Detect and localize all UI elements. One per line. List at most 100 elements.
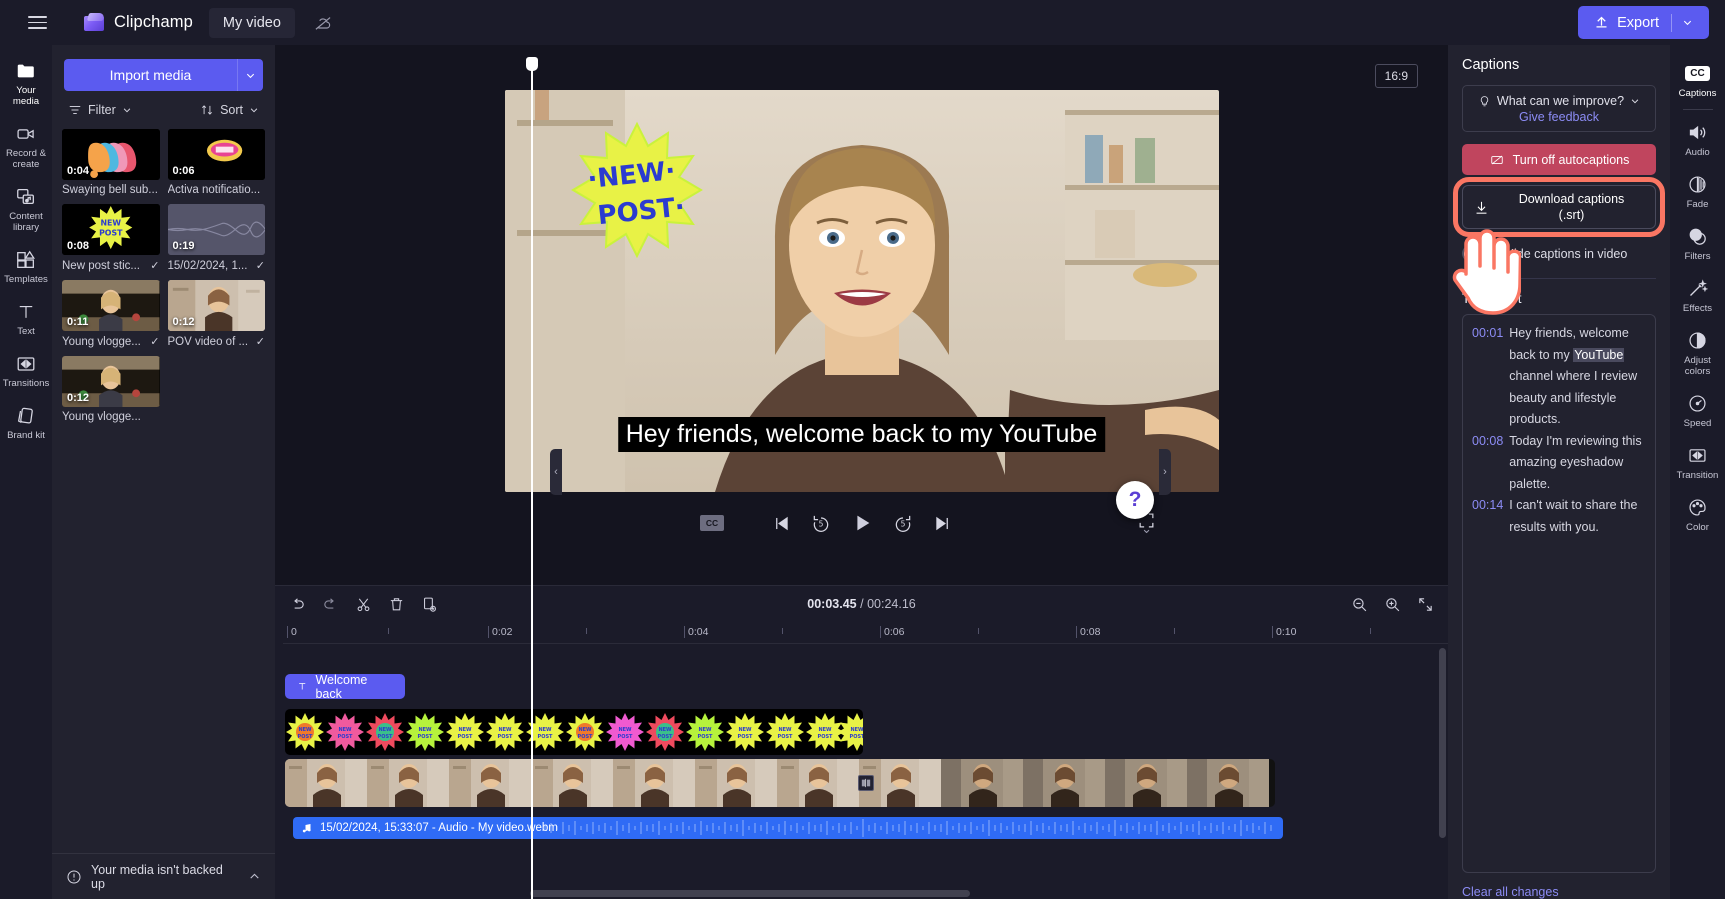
import-media-dropdown[interactable] (237, 59, 263, 91)
cloud-off-icon[interactable] (309, 9, 337, 37)
timeline-clip-sticker[interactable]: NEW POST NEW POST NEW POST NEW POST NEW POST … (285, 709, 863, 755)
media-item[interactable]: NEW POST 0:08 New post stic... ✓ (62, 204, 160, 272)
media-item[interactable]: 0:12 Young vlogge... (62, 356, 160, 423)
timeline-ruler[interactable]: 0 0:02 0:04 0:06 0:08 0:10 0:12 (283, 622, 1492, 644)
media-thumbnail: 0:04 (62, 129, 160, 180)
question-mark-icon: ? (1128, 488, 1142, 511)
clear-all-changes-link[interactable]: Clear all changes (1462, 885, 1656, 899)
skip-back-icon[interactable] (772, 514, 791, 533)
timeline-horizontal-scrollbar[interactable] (530, 890, 970, 897)
zoom-in-icon[interactable] (1384, 596, 1401, 613)
rail-item-content-library[interactable]: Content library (0, 177, 52, 240)
export-button[interactable]: Export (1578, 6, 1709, 39)
filter-icon (69, 106, 81, 114)
media-item[interactable]: 0:06 Activa notificatio... (167, 129, 265, 196)
timeline-playhead[interactable] (526, 57, 538, 899)
transcript-line[interactable]: 00:01 Hey friends, welcome back to my Yo… (1472, 323, 1646, 431)
rrail-item-fade[interactable]: Fade (1670, 164, 1725, 216)
redo-icon[interactable] (322, 596, 339, 613)
ruler-label: 0:08 (1080, 626, 1101, 638)
download-label-line2: (.srt) (1558, 208, 1585, 222)
media-item[interactable]: 0:11 Young vlogge... ✓ (62, 280, 160, 348)
download-arrow-icon (1476, 201, 1487, 214)
chevron-down-icon[interactable] (1630, 96, 1640, 106)
media-item[interactable]: 0:12 POV video of ... ✓ (167, 280, 265, 348)
rrail-item-audio[interactable]: Audio (1670, 112, 1725, 164)
cc-toggle-button[interactable]: CC (700, 515, 724, 531)
rrail-item-color[interactable]: Color (1670, 487, 1725, 539)
collapse-preview-chevron-down-icon[interactable]: ⌄ (1141, 521, 1152, 537)
backup-notice-bar[interactable]: Your media isn't backed up (52, 853, 275, 899)
undo-icon[interactable] (289, 596, 306, 613)
rail-item-record-create[interactable]: Record & create (0, 114, 52, 177)
split-clip-icon[interactable] (858, 775, 874, 791)
rrail-item-filters[interactable]: Filters (1670, 216, 1725, 268)
sort-button[interactable]: Sort (200, 103, 259, 117)
video-preview[interactable]: ·NEW· POST· Hey friends, welcome back to… (504, 90, 1219, 492)
media-item[interactable]: 0:19 15/02/2024, 1... ✓ (167, 204, 265, 272)
rewind-5-icon[interactable]: 5 (811, 513, 831, 533)
feedback-question-row[interactable]: What can we improve? (1469, 94, 1649, 108)
clip-label: Welcome back (315, 674, 368, 699)
duplicate-icon[interactable] (421, 596, 438, 613)
svg-text:NEW: NEW (658, 727, 672, 733)
transcript-time: 00:08 (1472, 433, 1504, 448)
timeline-vertical-scrollbar[interactable] (1439, 648, 1446, 838)
collapse-left-panel-button[interactable]: ‹ (550, 449, 562, 495)
music-note-icon (302, 824, 311, 833)
rrail-item-speed[interactable]: Speed (1670, 383, 1725, 435)
hide-captions-toggle[interactable] (1462, 245, 1495, 262)
filter-button[interactable]: Filter (68, 103, 132, 117)
collapse-right-panel-button[interactable]: › (1159, 449, 1171, 495)
feedback-box: What can we improve? Give feedback (1462, 85, 1656, 132)
chevron-up-icon[interactable] (248, 870, 261, 883)
forward-5-icon[interactable]: 5 (893, 513, 913, 533)
svg-text:POST: POST (418, 734, 434, 740)
sort-arrows-icon (202, 105, 213, 115)
turn-off-autocaptions-button[interactable]: Turn off autocaptions (1462, 144, 1656, 175)
rail-item-templates[interactable]: Templates (0, 240, 52, 292)
transcript-line[interactable]: 00:14 I can't wait to share the results … (1472, 495, 1646, 538)
hide-captions-row[interactable]: Hide captions in video (1462, 245, 1656, 262)
rrail-item-effects[interactable]: Effects (1670, 268, 1725, 320)
fit-icon[interactable] (1417, 596, 1434, 613)
aspect-ratio-badge[interactable]: 16:9 (1374, 64, 1418, 88)
project-name-input[interactable]: My video (208, 7, 295, 38)
rrail-item-captions[interactable]: CC Captions (1670, 53, 1725, 105)
rail-item-your-media[interactable]: Your media (0, 51, 52, 114)
skip-forward-icon[interactable] (933, 514, 952, 533)
rrail-item-transition[interactable]: Transition (1670, 435, 1725, 487)
rail-item-transitions[interactable]: Transitions (0, 344, 52, 396)
left-rail: Your media Record & create Content libra… (0, 45, 52, 899)
transcript-time: 00:01 (1472, 326, 1504, 340)
media-duration: 0:04 (67, 165, 90, 177)
svg-text:5: 5 (900, 519, 905, 528)
media-item[interactable]: 0:04 Swaying bell sub... (62, 129, 160, 196)
download-captions-button[interactable]: Download captions (.srt) (1462, 185, 1656, 229)
rail-item-brand-kit[interactable]: Brand kit (0, 396, 52, 448)
scissors-icon[interactable] (355, 596, 372, 613)
hamburger-menu-icon[interactable] (20, 6, 54, 40)
give-feedback-link[interactable]: Give feedback (1469, 110, 1649, 124)
media-duration: 0:19 (172, 240, 195, 252)
captions-panel: Captions What can we improve? Give feedb… (1448, 45, 1670, 899)
transcript-title: Transcript (1462, 291, 1522, 306)
help-button[interactable]: ? (1116, 481, 1154, 519)
backup-notice-text: Your media isn't backed up (91, 862, 223, 891)
trash-icon[interactable] (388, 596, 405, 613)
timeline-clip-audio[interactable]: 15/02/2024, 15:33:07 - Audio - My video.… (293, 817, 1283, 839)
transcript-line[interactable]: 00:08 Today I'm reviewing this amazing e… (1472, 431, 1646, 496)
total-time: 00:24.16 (867, 597, 916, 611)
import-media-button[interactable]: Import media (64, 59, 237, 91)
zoom-out-icon[interactable] (1351, 596, 1368, 613)
rrail-item-adjust-colors[interactable]: Adjust colors (1670, 320, 1725, 383)
timeline-clip-video[interactable] (285, 759, 1275, 807)
transcript-box[interactable]: 00:01 Hey friends, welcome back to my Yo… (1462, 314, 1656, 873)
play-icon[interactable] (851, 512, 873, 534)
rail-item-text[interactable]: Text (0, 292, 52, 344)
media-thumbnail: 0:11 (62, 280, 160, 331)
chevron-down-icon[interactable] (1682, 17, 1693, 28)
timeline-clip-text[interactable]: Welcome back (285, 674, 405, 699)
text-t-icon (299, 683, 306, 690)
divider (1462, 278, 1656, 279)
